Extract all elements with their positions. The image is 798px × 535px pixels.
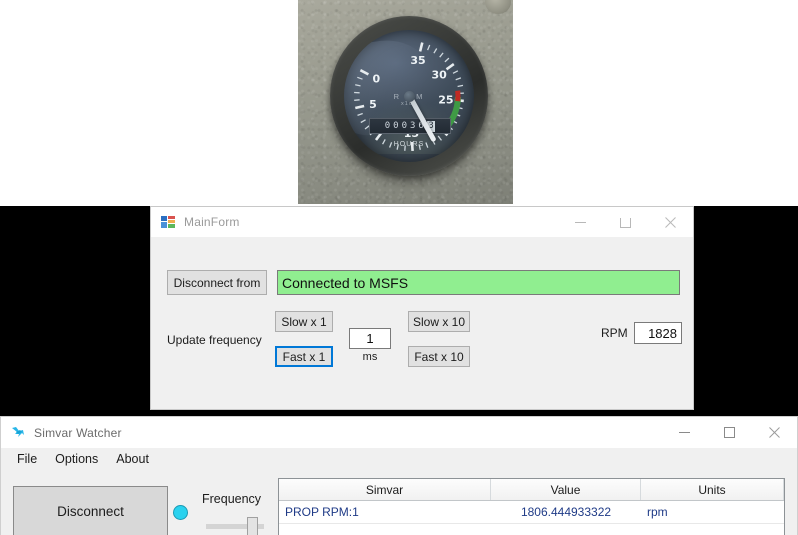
mainform-body: Disconnect from Connected to MSFS Update…	[151, 237, 693, 409]
svg-text:30: 30	[431, 69, 447, 82]
slow-x10-button[interactable]: Slow x 10	[408, 311, 470, 332]
connection-status-led	[173, 505, 188, 520]
frequency-slider[interactable]	[206, 515, 266, 535]
update-frequency-label: Update frequency	[167, 333, 262, 347]
connection-status-field: Connected to MSFS	[277, 270, 680, 295]
gauge-face: 05101520253035 R P M x100 0 0 0 3 6 3 HO…	[344, 30, 474, 162]
menu-item-options[interactable]: Options	[47, 450, 106, 468]
menu-item-about[interactable]: About	[108, 450, 157, 468]
gauge-bezel: 05101520253035 R P M x100 0 0 0 3 6 3 HO…	[330, 16, 488, 176]
simconnect-bird-icon	[10, 425, 26, 441]
maximize-icon[interactable]	[707, 417, 752, 447]
maximize-icon[interactable]	[603, 207, 648, 237]
fast-x10-button[interactable]: Fast x 10	[408, 346, 470, 367]
column-header-value[interactable]: Value	[491, 479, 641, 500]
cell-value: 1806.444933322	[491, 501, 641, 523]
close-icon[interactable]	[648, 207, 693, 237]
slider-thumb[interactable]	[247, 517, 258, 535]
hourmeter-digit: 0	[385, 122, 390, 131]
simvar-window-buttons	[662, 417, 797, 447]
mainform-window-buttons	[558, 207, 693, 237]
grid-header-row: Simvar Value Units	[279, 479, 784, 501]
hour-meter: 0 0 0 3 6 3	[369, 118, 451, 134]
mainform-titlebar[interactable]: MainForm	[151, 207, 693, 238]
simvar-body: Disconnect Frequency Simvar Value Units …	[1, 470, 797, 535]
rpm-label: RPM	[601, 326, 628, 340]
interval-ms-input[interactable]: 1	[349, 328, 391, 349]
mainform-title: MainForm	[184, 215, 240, 229]
simvar-titlebar[interactable]: Simvar Watcher	[1, 417, 797, 448]
svg-text:0: 0	[372, 73, 380, 86]
menu-item-file[interactable]: File	[9, 450, 45, 468]
slow-x1-button[interactable]: Slow x 1	[275, 311, 333, 332]
ms-unit-label: ms	[349, 351, 391, 363]
hourmeter-digit: 3	[410, 122, 415, 131]
minimize-icon[interactable]	[558, 207, 603, 237]
svg-text:35: 35	[410, 54, 425, 67]
cell-units: rpm	[641, 501, 784, 523]
column-header-units[interactable]: Units	[641, 479, 784, 500]
disconnect-button[interactable]: Disconnect	[13, 486, 168, 535]
hourmeter-digit: 0	[393, 122, 398, 131]
visual-studio-form-icon	[160, 214, 176, 230]
simvar-title: Simvar Watcher	[34, 426, 122, 440]
mainform-window: MainForm Disconnect from Connected to MS…	[150, 206, 694, 410]
rpm-value-field: 1828	[634, 322, 682, 344]
minimize-icon[interactable]	[662, 417, 707, 447]
simvar-watcher-window: Simvar Watcher File Options About Discon…	[0, 416, 798, 535]
close-icon[interactable]	[752, 417, 797, 447]
aircraft-tachometer-photo: 05101520253035 R P M x100 0 0 0 3 6 3 HO…	[298, 0, 513, 204]
simvar-menubar: File Options About	[1, 448, 797, 471]
simvar-data-grid[interactable]: Simvar Value Units PROP RPM:1 1806.44493…	[278, 478, 785, 535]
column-header-simvar[interactable]: Simvar	[279, 479, 491, 500]
hourmeter-digit: 0	[402, 122, 407, 131]
frequency-label: Frequency	[202, 492, 261, 506]
fast-x1-button[interactable]: Fast x 1	[275, 346, 333, 367]
hours-label: HOURS	[344, 141, 474, 148]
gauge-needle-hub	[404, 91, 415, 102]
screenshot-root: 05101520253035 R P M x100 0 0 0 3 6 3 HO…	[0, 0, 798, 535]
table-row[interactable]: PROP RPM:1 1806.444933322 rpm	[279, 501, 784, 524]
disconnect-from-button[interactable]: Disconnect from	[167, 270, 267, 295]
cell-simvar: PROP RPM:1	[279, 501, 491, 523]
gauge-rpm-multiplier: x100	[344, 101, 474, 107]
